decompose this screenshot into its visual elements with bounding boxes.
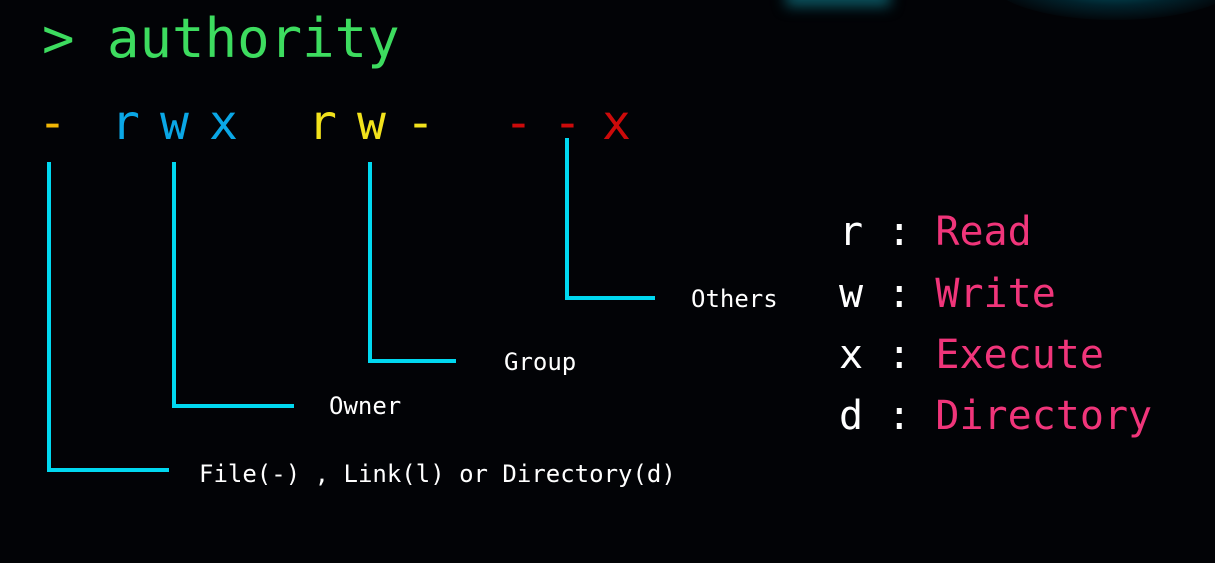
legend-value: Read xyxy=(935,209,1032,255)
legend-item-write: w : Write xyxy=(839,274,1056,314)
connector-owner xyxy=(172,404,294,408)
permission-char: r xyxy=(111,95,140,151)
legend-key: x xyxy=(839,332,864,378)
legend-key: w xyxy=(839,271,864,317)
permission-char: w xyxy=(160,95,189,151)
legend-value: Directory xyxy=(935,393,1153,439)
connector-type xyxy=(47,468,169,472)
page-title: > authority xyxy=(42,12,400,66)
permission-char: r xyxy=(308,95,337,151)
permission-char: - xyxy=(38,95,67,151)
legend-value: Execute xyxy=(935,332,1104,378)
legend-item-execute: x : Execute xyxy=(839,335,1104,375)
label-file-type: File(-) , Link(l) or Directory(d) xyxy=(199,460,676,488)
legend-separator: : xyxy=(887,209,912,255)
legend-key: d xyxy=(839,393,864,439)
legend-item-read: r : Read xyxy=(839,212,1032,252)
title-text: authority xyxy=(107,7,400,70)
connector-owner xyxy=(172,162,176,408)
permission-char: - xyxy=(504,95,533,151)
connector-group xyxy=(368,162,372,363)
connector-others xyxy=(565,138,569,300)
connector-type xyxy=(47,162,51,472)
permission-char: x xyxy=(602,95,631,151)
connector-others xyxy=(565,296,655,300)
label-others: Others xyxy=(691,285,778,313)
legend-separator: : xyxy=(887,332,912,378)
legend-separator: : xyxy=(887,393,912,439)
label-owner: Owner xyxy=(329,392,402,420)
label-group: Group xyxy=(504,348,577,376)
legend-value: Write xyxy=(935,271,1056,317)
legend-separator: : xyxy=(887,271,912,317)
legend-key: r xyxy=(839,209,864,255)
decorative-glow xyxy=(990,0,1215,20)
prompt-icon: > xyxy=(42,7,75,70)
legend-item-directory: d : Directory xyxy=(839,396,1152,436)
connector-group xyxy=(368,359,456,363)
permission-char: - xyxy=(406,95,435,151)
permission-char: w xyxy=(357,95,386,151)
permission-char: x xyxy=(209,95,238,151)
